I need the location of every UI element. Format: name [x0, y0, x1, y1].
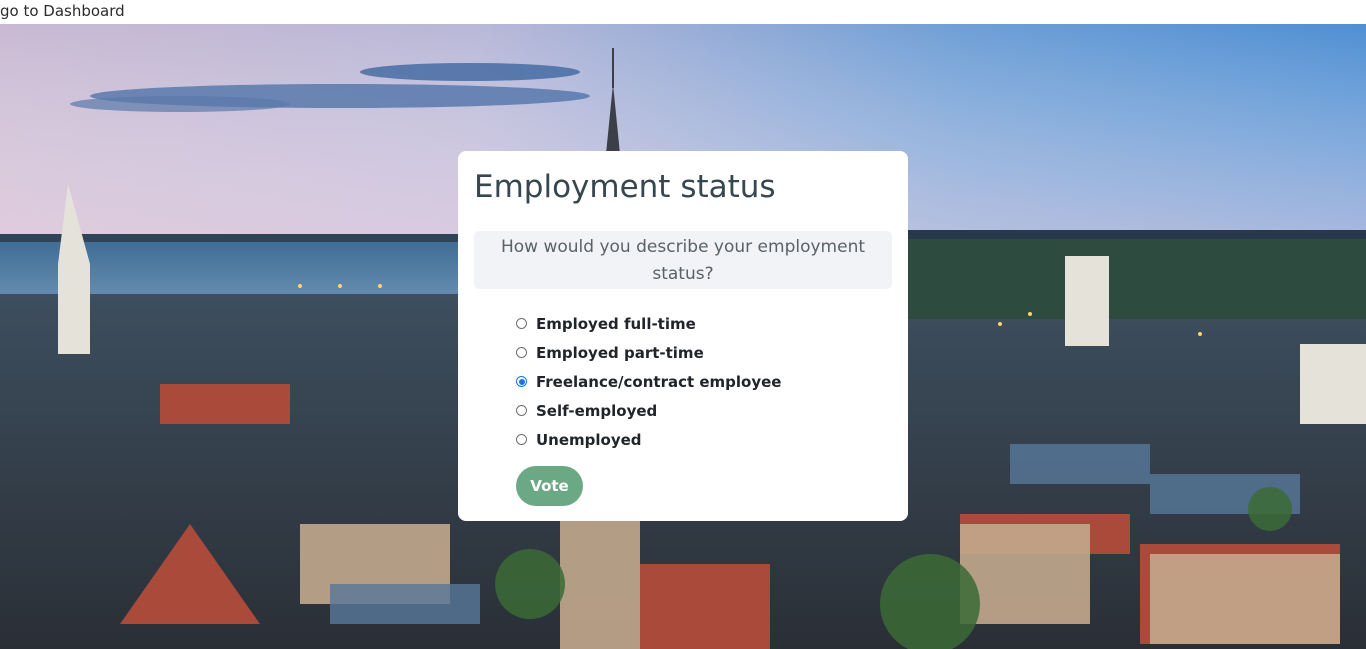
- option-label: Freelance/contract employee: [536, 372, 782, 391]
- option-label: Employed full-time: [536, 314, 696, 333]
- poll-title: Employment status: [474, 169, 776, 205]
- option-freelance-contract[interactable]: Freelance/contract employee: [516, 367, 781, 396]
- option-label: Unemployed: [536, 430, 642, 449]
- option-self-employed[interactable]: Self-employed: [516, 396, 781, 425]
- radio-button[interactable]: [516, 318, 527, 329]
- poll-options: Employed full-time Employed part-time Fr…: [516, 309, 781, 454]
- radio-button[interactable]: [516, 347, 527, 358]
- option-employed-full-time[interactable]: Employed full-time: [516, 309, 781, 338]
- poll-question: How would you describe your employment s…: [474, 231, 892, 289]
- poll-card: Employment status How would you describe…: [458, 151, 908, 521]
- option-unemployed[interactable]: Unemployed: [516, 425, 781, 454]
- dashboard-link[interactable]: go to Dashboard: [0, 2, 125, 20]
- vote-button[interactable]: Vote: [516, 466, 583, 506]
- option-label: Employed part-time: [536, 343, 704, 362]
- radio-button-selected[interactable]: [516, 376, 527, 387]
- option-employed-part-time[interactable]: Employed part-time: [516, 338, 781, 367]
- radio-button[interactable]: [516, 405, 527, 416]
- radio-button[interactable]: [516, 434, 527, 445]
- option-label: Self-employed: [536, 401, 658, 420]
- top-bar: go to Dashboard: [0, 0, 1366, 24]
